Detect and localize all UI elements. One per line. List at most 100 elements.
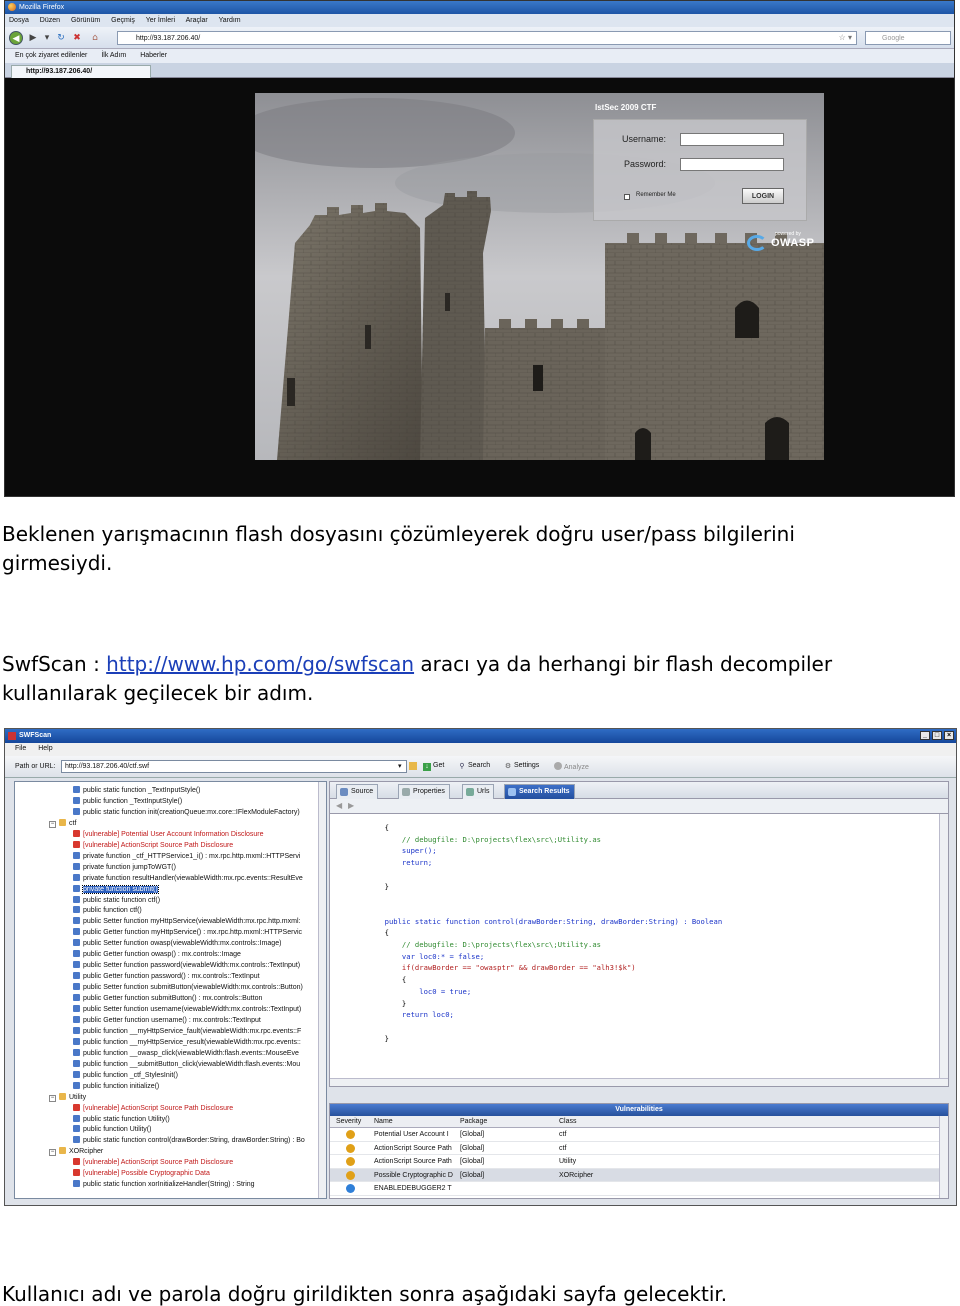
code-horizontal-scrollbar[interactable]	[330, 1078, 948, 1086]
tree-function-node[interactable]: public Getter function owasp() : mx.cont…	[73, 949, 241, 960]
bookmark-news[interactable]: Haberler	[140, 52, 167, 59]
vulnerability-row[interactable]: Possible Cryptographic D [Global] XORciphe…	[330, 1168, 940, 1183]
tree-function-node[interactable]: public static function init(creationQueu…	[73, 807, 300, 818]
tree-function-node[interactable]: public Getter function password() : mx.c…	[73, 971, 260, 982]
tab-properties[interactable]: Properties	[398, 784, 450, 799]
stop-icon[interactable]: ✖	[71, 32, 83, 44]
reload-icon[interactable]: ↻	[55, 32, 67, 44]
settings-button[interactable]: ⚙ Settings	[504, 762, 539, 771]
get-button[interactable]: ↓ Get	[423, 762, 444, 771]
code-vertical-scrollbar[interactable]	[939, 814, 948, 1086]
menu-yer-imleri[interactable]: Yer İmleri	[146, 17, 175, 24]
column-class[interactable]: Class	[559, 1118, 577, 1125]
tree-function-node[interactable]: public function _ctf_StylesInit()	[73, 1070, 178, 1081]
tree-function-node[interactable]: public function initialize()	[73, 1081, 159, 1092]
menu-araclar[interactable]: Araçlar	[186, 17, 208, 24]
tree-function-node[interactable]: public Setter function myHttpService(vie…	[73, 916, 300, 927]
bookmark-most-visited[interactable]: En çok ziyaret edilenler	[15, 52, 87, 59]
tree-function-node[interactable]: public Setter function password(viewable…	[73, 960, 300, 971]
tree-function-node[interactable]: public function __owasp_click(viewableWi…	[73, 1048, 299, 1059]
maximize-icon[interactable]: □	[932, 731, 942, 740]
path-dropdown-icon[interactable]: ▾	[398, 762, 402, 770]
tree-function-node[interactable]: public Setter function username(viewable…	[73, 1004, 301, 1015]
username-input[interactable]	[680, 133, 784, 146]
tree-package-node[interactable]: − XORcipher	[49, 1146, 103, 1157]
login-button[interactable]: LOGIN	[742, 188, 784, 204]
tree-function-node[interactable]: public function __submitButton_click(vie…	[73, 1059, 300, 1070]
tree-scrollbar[interactable]	[318, 782, 326, 1198]
vulnerability-row[interactable]: ENABLEDEBUGGER2 T	[330, 1182, 940, 1196]
forward-arrow-icon[interactable]: ▶	[27, 32, 39, 44]
password-input[interactable]	[680, 158, 784, 171]
browser-tab[interactable]: http://93.187.206.40/	[11, 65, 151, 78]
tree-function-node[interactable]: public function __myHttpService_result(v…	[73, 1037, 301, 1048]
menu-gecmis[interactable]: Geçmiş	[111, 17, 135, 24]
search-box[interactable]: Google	[865, 31, 951, 45]
tree-function-node[interactable]: public static function _TextInputStyle()	[73, 785, 201, 796]
tab-urls[interactable]: Urls	[462, 784, 495, 799]
menu-yardim[interactable]: Yardım	[219, 17, 241, 24]
minimize-icon[interactable]: _	[920, 731, 930, 740]
home-icon[interactable]: ⌂	[89, 32, 101, 44]
vulnerabilities-scrollbar[interactable]	[939, 1116, 948, 1198]
close-icon[interactable]: ×	[944, 731, 954, 740]
analyze-button[interactable]: Analyze	[554, 762, 589, 771]
search-button[interactable]: ⚲ Search	[458, 762, 490, 771]
menu-file[interactable]: File	[15, 745, 26, 752]
tree-function-node[interactable]: public Getter function username() : mx.c…	[73, 1015, 261, 1026]
tree-function-node[interactable]: public function Utility()	[73, 1124, 151, 1135]
tree-vulnerability-node[interactable]: [vulnerable] ActionScript Source Path Di…	[73, 840, 233, 851]
tree-vulnerability-node[interactable]: [vulnerable] Potential User Account Info…	[73, 829, 264, 840]
nav-forward-icon[interactable]: ▶	[348, 801, 354, 810]
url-bar[interactable]: http://93.187.206.40/ ☆ ▾	[117, 31, 857, 45]
path-input[interactable]: http://93.187.206.40/ctf.swf	[61, 760, 407, 773]
vulnerability-row[interactable]: ActionScript Source Path [Global] ctf	[330, 1142, 940, 1156]
tree-function-node[interactable]: public static function Utility()	[73, 1114, 170, 1125]
tree-function-node[interactable]: public Getter function myHttpService() :…	[73, 927, 302, 938]
tree-function-node[interactable]: public function _TextInputStyle()	[73, 796, 182, 807]
back-arrow-icon[interactable]: ◀	[9, 31, 23, 45]
collapse-icon[interactable]: −	[49, 1149, 56, 1157]
open-folder-button[interactable]	[409, 762, 419, 771]
tree-function-node[interactable]: private function submit()	[73, 884, 159, 895]
tree-function-node[interactable]: public function ctf()	[73, 905, 142, 916]
vulnerability-row[interactable]: Potential User Account I [Global] ctf	[330, 1128, 940, 1142]
tree-function-node[interactable]: public static function ctf()	[73, 895, 160, 906]
tab-source[interactable]: Source	[336, 784, 379, 799]
tree-function-node[interactable]: public Getter function submitButton() : …	[73, 993, 262, 1004]
remember-me-checkbox[interactable]	[624, 194, 630, 200]
tree-vulnerability-node[interactable]: [vulnerable] Possible Cryptographic Data	[73, 1168, 210, 1179]
tree-function-node[interactable]: public static function control(drawBorde…	[73, 1135, 305, 1146]
decompiled-code-view[interactable]: { // debugfile: D:\projects\flex\src\;Ut…	[329, 813, 949, 1087]
tab-search-results[interactable]: Search Results	[504, 784, 575, 799]
owasp-logo[interactable]: powered by OWASP	[747, 229, 817, 255]
nav-back-icon[interactable]: ◀	[336, 801, 342, 810]
dropdown-icon[interactable]: ▾	[41, 32, 53, 44]
menu-dosya[interactable]: Dosya	[9, 17, 29, 24]
column-severity[interactable]: Severity	[336, 1118, 361, 1125]
tree-function-node[interactable]: public function __myHttpService_fault(vi…	[73, 1026, 301, 1037]
tree-vulnerability-node[interactable]: [vulnerable] ActionScript Source Path Di…	[73, 1103, 233, 1114]
bookmark-first-step[interactable]: İlk Adım	[101, 52, 126, 59]
tree-vulnerability-node[interactable]: [vulnerable] ActionScript Source Path Di…	[73, 1157, 233, 1168]
menu-help[interactable]: Help	[38, 745, 52, 752]
bookmark-star-icon[interactable]: ☆ ▾	[839, 33, 852, 42]
tree-package-node[interactable]: − Utility	[49, 1092, 86, 1103]
vulnerability-row[interactable]: ActionScript Source Path [Global] Utility	[330, 1155, 940, 1169]
menu-duzen[interactable]: Düzen	[40, 17, 60, 24]
tree-package-node[interactable]: − ctf	[49, 818, 76, 829]
tree-function-node[interactable]: private function resultHandler(viewableW…	[73, 873, 303, 884]
menu-gorunum[interactable]: Görünüm	[71, 17, 100, 24]
collapse-icon[interactable]: −	[49, 820, 56, 828]
tree-function-node[interactable]: private function _ctf_HTTPService1_i() :…	[73, 851, 300, 862]
collapse-icon[interactable]: −	[49, 1094, 56, 1102]
column-name[interactable]: Name	[374, 1118, 393, 1125]
method-icon	[73, 895, 80, 903]
swfscan-screenshot: SWFScan _ □ × File Help Path or URL: htt…	[4, 728, 957, 1206]
tree-function-node[interactable]: public Setter function owasp(viewableWid…	[73, 938, 281, 949]
tree-function-node[interactable]: public static function xorInitializeHand…	[73, 1179, 255, 1190]
tree-function-node[interactable]: public Setter function submitButton(view…	[73, 982, 303, 993]
swfscan-link[interactable]: http://www.hp.com/go/swfscan	[106, 652, 414, 676]
tree-function-node[interactable]: private function jumpToWGT()	[73, 862, 176, 873]
column-package[interactable]: Package	[460, 1118, 487, 1125]
